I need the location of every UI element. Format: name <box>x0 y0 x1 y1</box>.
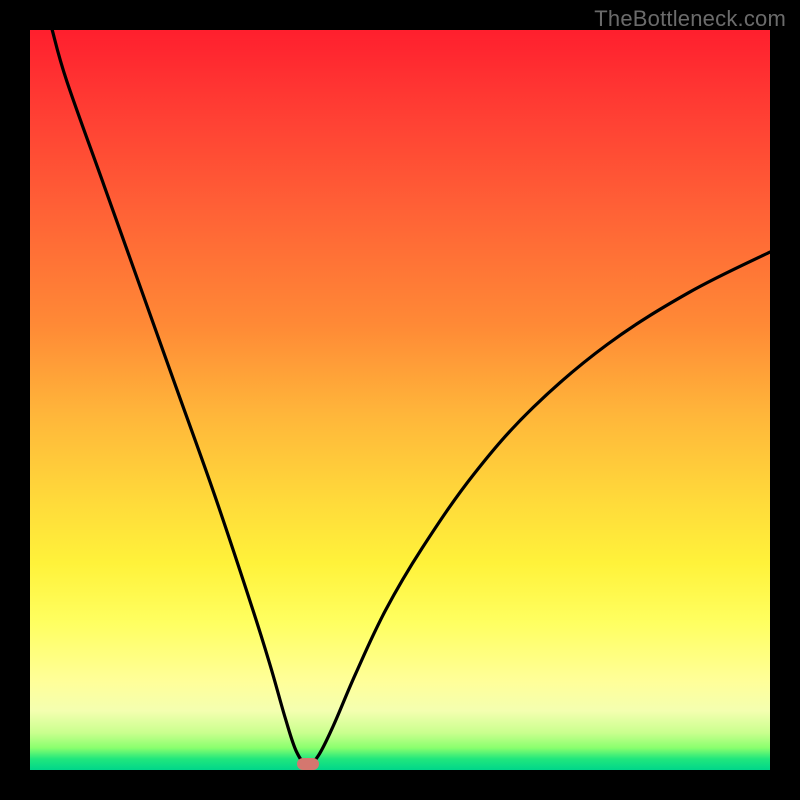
bottleneck-curve <box>30 30 770 770</box>
chart-frame: TheBottleneck.com <box>0 0 800 800</box>
watermark-text: TheBottleneck.com <box>594 6 786 32</box>
plot-area <box>30 30 770 770</box>
minimum-marker <box>297 758 319 770</box>
